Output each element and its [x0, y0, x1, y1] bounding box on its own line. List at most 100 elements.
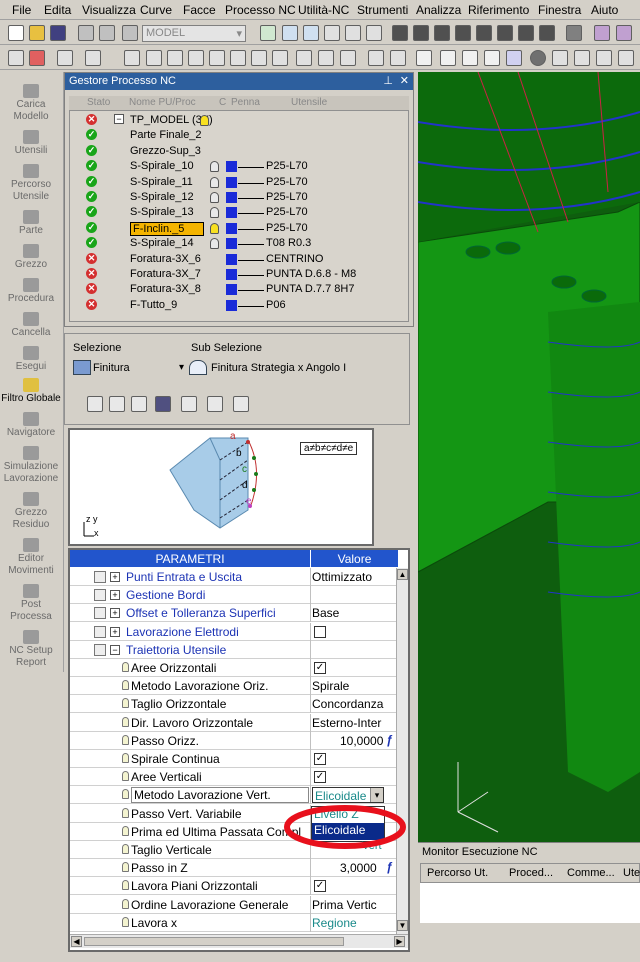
close-icon[interactable]: ✕ [400, 74, 409, 87]
leftbar-item-grezzo-residuo[interactable]: Grezzo Residuo [0, 492, 62, 531]
vertical-scrollbar[interactable]: ▲ ▼ [396, 568, 408, 934]
tree-row[interactable]: ✓ S-Spirale_12 P25-L70 [70, 190, 408, 205]
copy-procedure-icon[interactable] [109, 396, 125, 412]
point-icon[interactable] [209, 50, 225, 66]
list-icon[interactable] [462, 50, 478, 66]
leftbar-item-procedura[interactable]: Procedura [0, 278, 62, 305]
pen-color-swatch[interactable] [226, 207, 237, 219]
tree-row[interactable]: ✕ F-Tutto_9 P06 [70, 298, 408, 313]
close-procedure-icon[interactable] [233, 396, 249, 412]
selezione-value[interactable]: Finitura [73, 358, 153, 378]
tree-row[interactable]: ✓ S-Spirale_10 P25-L70 [70, 159, 408, 174]
view-bottom-icon[interactable] [518, 25, 534, 41]
expand-icon[interactable]: + [110, 590, 120, 601]
pen-color-swatch[interactable] [226, 176, 237, 188]
lightbulb-icon[interactable] [200, 115, 209, 126]
pin-icon[interactable]: ⊥ [383, 74, 393, 87]
model-combo[interactable]: MODEL ▾ [142, 25, 246, 42]
leftbar-item-carica-modello[interactable]: Carica Modello [0, 84, 62, 123]
pen-color-swatch[interactable] [226, 284, 237, 296]
wire-cube-icon[interactable] [616, 25, 632, 41]
tree-row[interactable]: ✓ F-Inclin._5 P25-L70 [70, 221, 408, 236]
properties-icon[interactable] [484, 50, 500, 66]
expand-icon[interactable]: + [110, 626, 120, 637]
param-row[interactable]: + Punti Entrata e Uscita Ottimizzato [70, 568, 396, 586]
view-iso-icon[interactable] [392, 25, 408, 41]
view-top-icon[interactable] [434, 25, 450, 41]
param-row[interactable]: Passo Orizz. 10,0000 ƒ [70, 731, 396, 750]
view-user-icon[interactable] [539, 25, 555, 41]
save-icon[interactable] [50, 25, 66, 41]
pick-icon[interactable] [85, 50, 101, 66]
curve-icon[interactable] [146, 50, 162, 66]
compute-icon[interactable] [181, 396, 197, 412]
leftbar-item-grezzo[interactable]: Grezzo [0, 244, 62, 271]
more-icon[interactable] [618, 50, 634, 66]
param-checkbox[interactable]: ✓ [314, 753, 326, 765]
param-row[interactable]: + Lavorazione Elettrodi [70, 622, 396, 641]
param-checkbox[interactable] [314, 625, 326, 638]
tree-row[interactable]: ✓ S-Spirale_11 P25-L70 [70, 175, 408, 190]
filter-icon[interactable] [124, 50, 140, 66]
solid-icon[interactable] [188, 50, 204, 66]
collapse-icon[interactable]: − [114, 114, 124, 124]
expand-icon[interactable]: + [110, 572, 120, 582]
leftbar-item-utensili[interactable]: Utensili [0, 130, 62, 157]
params-header-name[interactable]: PARAMETRI [70, 550, 310, 567]
3d-viewport[interactable] [418, 72, 640, 842]
menu-riferimento[interactable]: Riferimento [468, 3, 529, 17]
leftbar-item-nc-setup-report[interactable]: NC Setup Report [0, 630, 62, 669]
leftbar-item-editor-movimenti[interactable]: Editor Movimenti [0, 538, 62, 577]
menu-edita[interactable]: Edita [44, 3, 71, 17]
view-axis-icon[interactable] [566, 25, 582, 41]
menu-processo-nc[interactable]: Processo NC [225, 3, 296, 17]
leftbar-item-cancella[interactable]: Cancella [0, 312, 62, 339]
param-row[interactable]: Metodo Lavorazione Oriz. Spirale [70, 677, 396, 696]
open-folder-icon[interactable] [29, 25, 45, 41]
view-front-icon[interactable] [413, 25, 429, 41]
zoom-window-icon[interactable] [260, 25, 276, 41]
function-icon[interactable]: ƒ [386, 733, 393, 747]
box-select-icon[interactable] [57, 50, 73, 66]
col-nome[interactable]: Nome PU/Proc [129, 97, 196, 108]
leftbar-item-percorso-utensile[interactable]: Percorso Utensile [0, 164, 62, 203]
new-procedure-icon[interactable] [87, 396, 103, 412]
lightbulb-icon[interactable] [210, 176, 219, 188]
pen-color-swatch[interactable] [226, 253, 237, 265]
view-left-icon[interactable] [476, 25, 492, 41]
param-row[interactable]: Aree Orizzontali ✓ [70, 659, 396, 677]
shaded-cube-icon[interactable] [594, 25, 610, 41]
pen-color-swatch[interactable] [226, 161, 237, 173]
scroll-left-icon[interactable]: ◀ [71, 936, 82, 947]
rotate-icon[interactable] [366, 25, 382, 41]
menu-visualizza[interactable]: Visualizza [82, 3, 136, 17]
param-checkbox[interactable]: ✓ [314, 880, 326, 893]
leftbar-item-post-processa[interactable]: Post Processa [0, 584, 62, 623]
horizontal-scrollbar[interactable]: ◀ ▶ [70, 934, 408, 948]
expand-icon[interactable]: + [110, 608, 120, 619]
lightbulb-icon[interactable] [210, 192, 219, 203]
arc-icon[interactable] [251, 50, 267, 66]
tree-row[interactable]: ✓ S-Spirale_14 T08 R0.3 [70, 236, 408, 251]
select-icon[interactable] [8, 50, 24, 66]
menu-curve[interactable]: Curve [140, 3, 172, 17]
save-procedure-icon[interactable] [155, 396, 171, 412]
param-checkbox[interactable]: ✓ [314, 662, 326, 674]
magnifier-icon[interactable] [324, 25, 340, 41]
leftbar-item-filtro-globale[interactable]: Filtro Globale [0, 378, 62, 405]
function-icon[interactable]: ƒ [386, 860, 393, 874]
settings-icon[interactable] [596, 50, 612, 66]
monitor-col-procedura[interactable]: Proced... [509, 867, 553, 879]
scroll-thumb[interactable] [84, 937, 344, 946]
vertical-method-combo[interactable]: Elicoidale ▾ [312, 787, 384, 804]
tree-row[interactable]: ✕ Foratura-3X_7 PUNTA D.6.8 - M8 [70, 267, 408, 282]
chevron-down-icon[interactable]: ▾ [370, 788, 383, 803]
sphere-icon[interactable] [530, 50, 546, 66]
mirror-icon[interactable] [390, 50, 406, 66]
param-row[interactable]: Lavora x Regione [70, 913, 396, 932]
cut-icon[interactable] [78, 25, 94, 41]
menu-file[interactable]: File [12, 3, 31, 17]
param-checkbox[interactable]: ✓ [314, 771, 326, 784]
param-row[interactable]: + Offset e Tolleranza Superfici Base [70, 604, 396, 623]
view-right-icon[interactable] [455, 25, 471, 41]
